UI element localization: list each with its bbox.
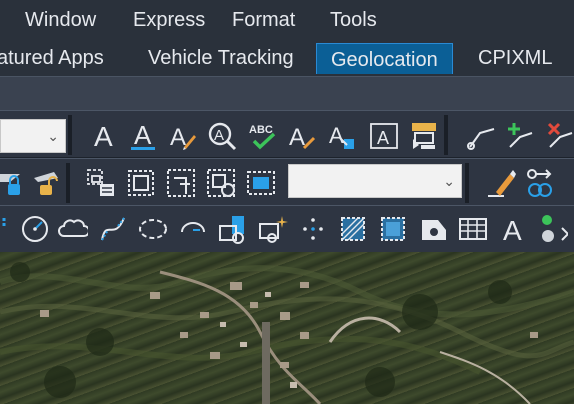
cloud-icon[interactable] [58,214,88,244]
tab-cpixml[interactable]: CPIXML [478,40,552,73]
toolbar-block: ⌄ [0,158,574,205]
menu-bar: Window Express Format Tools [0,0,574,40]
unlock-layer-icon[interactable] [32,168,62,198]
spline-icon[interactable] [98,214,128,244]
chevron-down-icon: ⌄ [47,127,59,144]
svg-text:A: A [170,124,186,151]
svg-text:A: A [289,124,305,151]
text-align-icon[interactable]: A [287,121,317,151]
line-icon[interactable] [0,214,20,244]
ribbon-panel-strip [0,76,574,111]
group-icon[interactable] [86,168,116,198]
table-icon[interactable] [458,214,488,244]
clip-icon[interactable] [246,168,276,198]
xref-icon[interactable] [166,168,196,198]
match-prop-icon[interactable] [486,168,516,198]
menu-format[interactable]: Format [232,9,295,32]
svg-text:A: A [214,127,224,144]
text-style-icon[interactable]: A [88,121,118,151]
menu-tools[interactable]: Tools [330,9,377,32]
region-icon[interactable] [378,214,408,244]
toolbar-draw: A [0,205,574,252]
text-frame-icon[interactable]: A [369,121,399,151]
toolbar-text: ⌄ A A A A ABC A A A [0,110,574,157]
insert-new-icon[interactable] [258,214,288,244]
point-icon[interactable] [298,214,328,244]
ribbon-tabs: atured Apps Vehicle Tracking Geolocation… [0,40,574,76]
aerial-imagery [0,262,574,404]
block-icon[interactable] [126,168,156,198]
toolbar-separator [68,115,72,155]
svg-text:A: A [503,215,522,244]
menu-express[interactable]: Express [133,9,205,32]
text-underline-icon[interactable]: A [128,121,158,151]
select-icon[interactable] [538,214,568,244]
attach-icon[interactable] [206,168,236,198]
hatch-icon[interactable] [338,214,368,244]
insert-block-icon[interactable] [218,214,248,244]
arc-icon[interactable] [178,214,208,244]
text-mask-icon[interactable] [409,121,439,151]
layer-combo[interactable]: ⌄ [288,164,462,198]
tab-geolocation[interactable]: Geolocation [316,43,453,74]
text-style-combo[interactable]: ⌄ [0,119,66,153]
tab-vehicle-tracking[interactable]: Vehicle Tracking [148,40,294,73]
tab-featured-apps[interactable]: atured Apps [0,40,104,73]
circle-icon[interactable] [20,214,50,244]
text-edit-icon[interactable]: A [167,121,197,151]
toolbar-separator [444,115,448,155]
menu-window[interactable]: Window [25,9,96,32]
leader-icon[interactable] [466,121,496,151]
wipeout-icon[interactable] [418,214,448,244]
find-text-icon[interactable]: A [207,121,237,151]
toolbar-separator [465,163,469,203]
add-leader-icon[interactable] [506,121,536,151]
toolbar-separator [66,163,70,203]
svg-text:ABC: ABC [249,124,273,136]
svg-text:A: A [94,121,113,151]
ellipse-icon[interactable] [138,214,168,244]
remove-leader-icon[interactable] [546,121,574,151]
text-scale-icon[interactable]: A [327,121,357,151]
svg-text:A: A [377,128,389,148]
aerial-map-viewport[interactable] [0,252,574,404]
spell-check-icon[interactable]: ABC [248,121,278,151]
svg-text:A: A [329,123,344,148]
lock-layer-icon[interactable] [0,168,30,198]
chevron-down-icon: ⌄ [443,172,455,189]
svg-text:A: A [134,121,152,150]
link-icon[interactable] [526,168,556,198]
mtext-icon[interactable]: A [498,214,528,244]
